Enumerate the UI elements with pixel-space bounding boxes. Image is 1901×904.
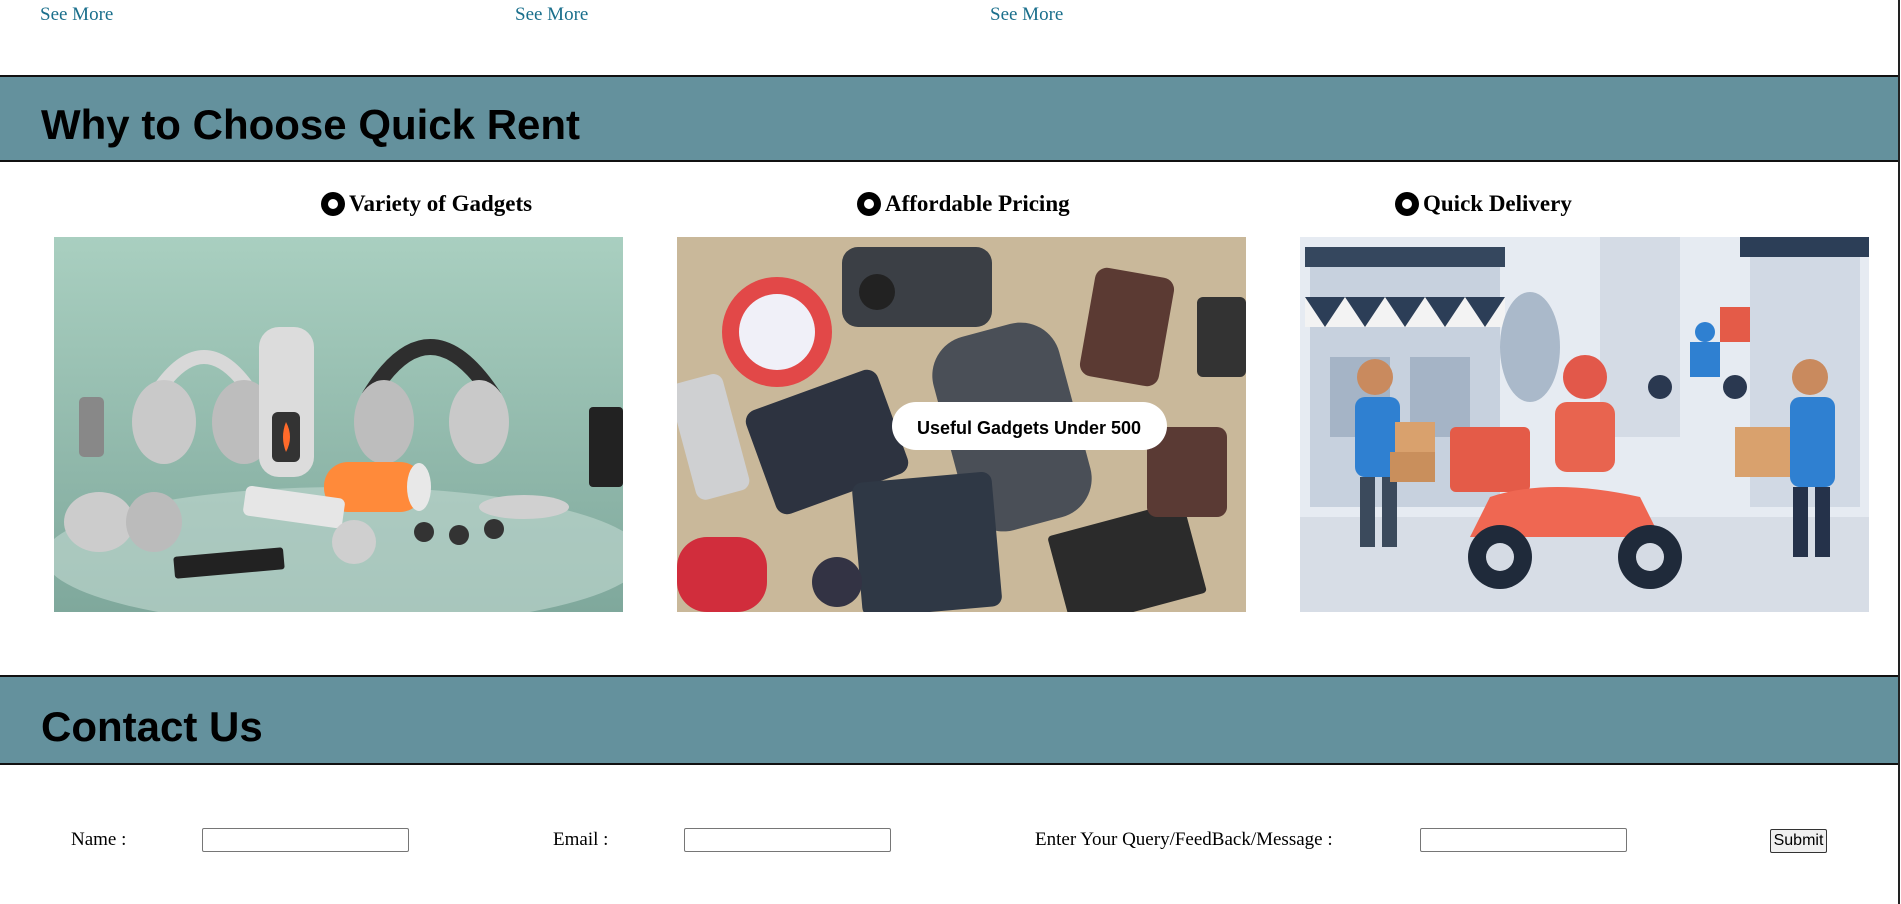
email-input[interactable] — [684, 828, 891, 852]
see-more-link-1[interactable]: See More — [40, 4, 113, 26]
name-label: Name : — [71, 829, 127, 850]
see-more-row: See More See More See More — [0, 4, 1898, 34]
radio-bullet-icon — [321, 192, 345, 216]
contact-heading: Contact Us — [41, 703, 263, 750]
feature-heading-delivery: Quick Delivery — [1395, 191, 1572, 217]
radio-bullet-icon — [857, 192, 881, 216]
scooter-delivery-image — [1300, 237, 1869, 612]
radio-bullet-icon — [1395, 192, 1419, 216]
assorted-gadgets-image — [54, 237, 623, 612]
flat-lay-gadgets-image: Useful Gadgets Under 500 — [677, 237, 1246, 612]
message-label: Enter Your Query/FeedBack/Message : — [1035, 829, 1333, 850]
feature-title-pricing: Affordable Pricing — [885, 191, 1070, 216]
see-more-link-2[interactable]: See More — [515, 4, 588, 26]
submit-button[interactable]: Submit — [1770, 829, 1827, 853]
message-input[interactable] — [1420, 828, 1627, 852]
see-more-link-3[interactable]: See More — [990, 4, 1063, 26]
why-choose-heading: Why to Choose Quick Rent — [41, 101, 581, 148]
contact-banner: Contact Us — [0, 675, 1898, 765]
page: See More See More See More Why to Choose… — [0, 0, 1900, 904]
email-label: Email : — [553, 829, 609, 850]
feature-heading-variety: Variety of Gadgets — [321, 191, 532, 217]
feature-heading-pricing: Affordable Pricing — [857, 191, 1070, 217]
name-input[interactable] — [202, 828, 409, 852]
feature-title-variety: Variety of Gadgets — [349, 191, 533, 216]
feature-title-delivery: Quick Delivery — [1423, 191, 1572, 216]
why-choose-banner: Why to Choose Quick Rent — [0, 75, 1898, 162]
pricing-overlay-text: Useful Gadgets Under 500 — [917, 418, 1141, 438]
